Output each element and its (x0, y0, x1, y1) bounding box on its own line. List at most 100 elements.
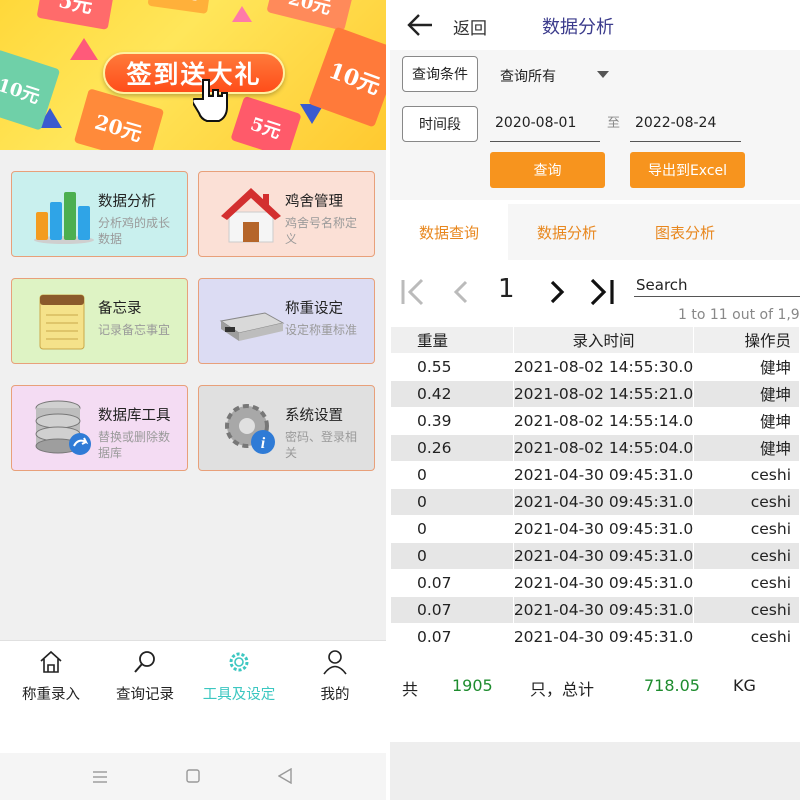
tab-data-analysis[interactable]: 数据分析 (508, 204, 626, 260)
tab-bar: 数据查询 数据分析 图表分析 (390, 204, 800, 260)
user-icon (323, 650, 347, 675)
tile-weighing-settings[interactable]: 称重设定 设定称重标准 (198, 278, 375, 364)
cell-weight: 0 (390, 488, 514, 516)
back-triangle-icon[interactable] (278, 768, 292, 784)
cell-operator: 健坤 (693, 407, 800, 435)
screen: 5元 20元 10元 20元 10元 5元 20元 签到送大礼 (0, 0, 800, 800)
coupon-ticket: 5元 (36, 0, 116, 30)
cell-operator: ceshi (693, 569, 800, 597)
coupon-ticket: 20元 (73, 88, 165, 150)
tile-description: 替换或删除数据库 (98, 430, 171, 460)
table-row[interactable]: 0.07 2021-04-30 09:45:31.0 ceshi (390, 596, 800, 624)
table-header-row: 重量 录入时间 操作员 (390, 326, 800, 354)
nav-label: 工具及设定 (202, 687, 276, 703)
cell-weight: 0.26 (390, 434, 514, 462)
tile-data-analysis[interactable]: 数据分析 分析鸡的成长数据 (11, 171, 188, 257)
query-button[interactable]: 查询 (490, 152, 605, 188)
filter-panel: 查询条件 查询所有 时间段 2020-08-01 至 2022-08-24 查询… (390, 50, 800, 200)
last-page-icon[interactable] (586, 276, 618, 308)
tile-memo[interactable]: 备忘录 记录备忘事宜 (11, 278, 188, 364)
dropdown-arrow-icon[interactable] (597, 71, 609, 78)
tab-data-query[interactable]: 数据查询 (390, 204, 508, 260)
table-row[interactable]: 0.39 2021-08-02 14:55:14.0 健坤 (390, 407, 800, 435)
pointer-hand-icon (193, 79, 228, 122)
query-condition-button[interactable]: 查询条件 (402, 56, 478, 92)
cell-entry-time: 2021-04-30 09:45:31.0 (512, 596, 695, 624)
menu-icon[interactable] (92, 770, 108, 784)
table-row[interactable]: 0.42 2021-08-02 14:55:21.0 健坤 (390, 380, 800, 408)
tile-coop-management[interactable]: 鸡舍管理 鸡舍号名称定义 (198, 171, 375, 257)
cell-weight: 0.39 (390, 407, 514, 435)
pagination-bar: 1 Search 1 to 11 out of 1,905 (390, 262, 800, 324)
house-icon (221, 188, 281, 243)
cell-entry-time: 2021-08-02 14:55:21.0 (512, 380, 695, 408)
next-page-icon[interactable] (542, 276, 574, 308)
tile-description: 设定称重标准 (285, 323, 358, 337)
tile-title: 系统设置 (285, 408, 343, 424)
tile-database-tools[interactable]: 数据库工具 替换或删除数据库 (11, 385, 188, 471)
table-row[interactable]: 0 2021-04-30 09:45:31.0 ceshi (390, 515, 800, 543)
table-row[interactable]: 0.07 2021-04-30 09:45:31.0 ceshi (390, 569, 800, 597)
bottom-nav: 称重录入 查询记录 工具及设定 我的 (0, 640, 386, 753)
tile-description: 鸡舍号名称定义 (285, 216, 358, 246)
back-button[interactable]: 返回 (453, 14, 487, 39)
summary-middle: 只，总计 (530, 680, 595, 699)
cell-entry-time: 2021-04-30 09:45:31.0 (512, 623, 695, 651)
cell-weight: 0.55 (390, 353, 514, 381)
search-input[interactable]: Search (636, 276, 688, 294)
tile-title: 数据分析 (98, 194, 156, 210)
summary-unit: KG (733, 676, 756, 695)
gear-icon (229, 652, 249, 672)
table-row[interactable]: 0.07 2021-04-30 09:45:31.0 ceshi (390, 623, 800, 651)
nav-my-profile[interactable]: 我的 (290, 649, 380, 704)
table-row[interactable]: 0 2021-04-30 09:45:31.0 ceshi (390, 461, 800, 489)
cell-entry-time: 2021-04-30 09:45:31.0 (512, 515, 695, 543)
cell-entry-time: 2021-04-30 09:45:31.0 (512, 488, 695, 516)
cell-weight: 0.07 (390, 569, 514, 597)
home-square-icon[interactable] (186, 769, 200, 783)
records-table: 重量 录入时间 操作员 0.55 2021-08-02 14:55:30.0 健… (390, 326, 800, 656)
query-condition-select[interactable]: 查询所有 (500, 66, 556, 86)
tile-system-settings[interactable]: i 系统设置 密码、登录相关 (198, 385, 375, 471)
home-icon (40, 650, 62, 673)
cell-operator: 健坤 (693, 353, 800, 381)
top-bar: 返回 数据分析 (390, 0, 800, 50)
previous-page-icon[interactable] (446, 276, 478, 308)
summary-prefix: 共 (402, 680, 419, 699)
first-page-icon[interactable] (398, 276, 430, 308)
nav-weighing-entry[interactable]: 称重录入 (6, 649, 96, 704)
column-header-operator[interactable]: 操作员 (693, 326, 800, 354)
cell-operator: ceshi (693, 623, 800, 651)
nav-query-records[interactable]: 查询记录 (100, 649, 190, 704)
nav-tools-settings[interactable]: 工具及设定 (194, 649, 284, 704)
record-range-text: 1 to 11 out of 1,905 (678, 307, 800, 323)
cell-entry-time: 2021-04-30 09:45:31.0 (512, 569, 695, 597)
cell-weight: 0 (390, 515, 514, 543)
cell-operator: 健坤 (693, 380, 800, 408)
table-row[interactable]: 0.55 2021-08-02 14:55:30.0 健坤 (390, 353, 800, 381)
search-icon (134, 651, 155, 673)
tile-title: 称重设定 (285, 301, 343, 317)
cell-weight: 0 (390, 542, 514, 570)
date-to-field[interactable]: 2022-08-24 (630, 108, 741, 142)
promo-banner[interactable]: 5元 20元 10元 20元 10元 5元 20元 签到送大礼 (0, 0, 386, 150)
page-title: 数据分析 (542, 17, 614, 38)
scale-icon (219, 312, 285, 341)
table-row[interactable]: 0 2021-04-30 09:45:31.0 ceshi (390, 542, 800, 570)
tab-chart-analysis[interactable]: 图表分析 (626, 204, 744, 260)
export-excel-button[interactable]: 导出到Excel (630, 152, 745, 188)
table-row[interactable]: 0 2021-04-30 09:45:31.0 ceshi (390, 488, 800, 516)
date-from-field[interactable]: 2020-08-01 (490, 108, 600, 142)
back-arrow-icon[interactable] (406, 12, 434, 38)
cell-entry-time: 2021-04-30 09:45:31.0 (512, 461, 695, 489)
database-icon (35, 400, 91, 455)
cell-weight: 0 (390, 461, 514, 489)
column-header-entry-time[interactable]: 录入时间 (512, 326, 695, 354)
time-period-button[interactable]: 时间段 (402, 106, 478, 142)
cell-operator: ceshi (693, 461, 800, 489)
cell-operator: ceshi (693, 542, 800, 570)
column-header-weight[interactable]: 重量 (390, 326, 514, 354)
coupon-ticket: 5元 (230, 95, 302, 150)
coupon-ticket: 20元 (147, 0, 213, 14)
table-row[interactable]: 0.26 2021-08-02 14:55:04.0 健坤 (390, 434, 800, 462)
